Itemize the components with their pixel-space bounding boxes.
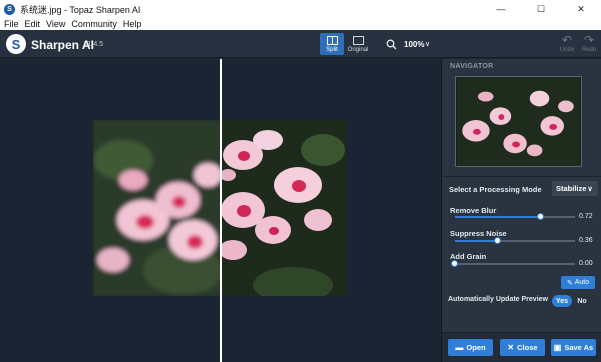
navigator-thumbnail[interactable]	[455, 76, 582, 167]
save-icon: ▣	[553, 343, 562, 352]
open-label: Open	[466, 343, 486, 352]
remove-blur-thumb[interactable]	[537, 213, 544, 220]
remove-blur-value: 0.72	[579, 213, 593, 220]
navigator-label: NAVIGATOR	[450, 63, 494, 70]
magic-wand-icon: ✎	[566, 279, 573, 287]
window-controls: — ☐ ✕	[481, 0, 601, 18]
menu-file[interactable]: File	[4, 19, 19, 29]
undo-button[interactable]: ↶ Undo	[558, 33, 576, 54]
auto-label: Auto	[574, 279, 590, 286]
suppress-noise-thumb[interactable]	[494, 237, 501, 244]
split-view-label: Split	[326, 46, 338, 53]
minimize-button[interactable]: —	[481, 0, 521, 18]
auto-update-toggle[interactable]: Yes No	[552, 295, 596, 307]
menu-view[interactable]: View	[46, 19, 65, 29]
menu-community[interactable]: Community	[71, 19, 117, 29]
app-logo-icon: S	[4, 3, 15, 15]
chevron-down-icon[interactable]: ∨	[425, 40, 430, 48]
split-view-button[interactable]: Split	[320, 33, 344, 55]
original-view-button[interactable]: Original	[346, 33, 370, 55]
split-view-icon	[326, 35, 338, 45]
image-canvas[interactable]	[0, 59, 440, 362]
zoom-level-select[interactable]: 100%	[404, 40, 424, 49]
suppress-noise-fill	[455, 240, 498, 242]
close-label: Close	[517, 343, 538, 352]
app-version: v1.4.5	[84, 41, 104, 48]
undo-icon: ↶	[561, 33, 573, 47]
remove-blur-slider[interactable]	[455, 213, 575, 220]
open-button[interactable]: ▬ Open	[448, 339, 493, 356]
save-as-label: Save As	[564, 343, 594, 352]
menu-edit[interactable]: Edit	[25, 19, 41, 29]
window-title: 系统迷.jpg - Topaz Sharpen AI	[20, 4, 141, 15]
settings-panel: NAVIGATOR Select a Processing Mode Stabi…	[441, 59, 601, 362]
suppress-noise-slider[interactable]	[455, 237, 575, 244]
add-grain-slider[interactable]	[451, 260, 575, 267]
remove-blur-fill	[455, 216, 541, 218]
processing-mode-label: Select a Processing Mode	[449, 185, 542, 194]
close-window-button[interactable]: ✕	[561, 0, 601, 18]
chevron-down-icon: ∨	[587, 185, 593, 193]
original-view-label: Original	[347, 46, 369, 53]
auto-button[interactable]: ✎ Auto	[561, 276, 595, 289]
add-grain-thumb[interactable]	[451, 260, 458, 267]
redo-icon: ↷	[583, 33, 595, 47]
menu-help[interactable]: Help	[123, 19, 142, 29]
add-grain-value: 0.00	[579, 260, 593, 267]
app-toolbar: S Sharpen AI v1.4.5 Split Original 100% …	[0, 30, 601, 58]
image-icon	[352, 35, 364, 45]
toggle-yes[interactable]: Yes	[552, 295, 572, 307]
save-as-button[interactable]: ▣ Save As	[551, 339, 596, 356]
action-bar: ▬ Open ✕ Close ▣ Save As	[442, 332, 601, 362]
close-icon: ✕	[507, 343, 515, 352]
maximize-button[interactable]: ☐	[521, 0, 561, 18]
auto-update-preview-label: Automatically Update Preview	[448, 296, 548, 303]
processing-mode-select[interactable]: Stabilize ∨	[552, 181, 598, 196]
sharpen-logo-icon: S	[6, 34, 26, 54]
close-button[interactable]: ✕ Close	[500, 339, 545, 356]
toggle-no[interactable]: No	[572, 295, 592, 307]
panel-divider	[442, 176, 601, 177]
zoom-icon[interactable]	[386, 39, 397, 50]
folder-icon: ▬	[455, 343, 464, 352]
window-titlebar: S 系统迷.jpg - Topaz Sharpen AI — ☐ ✕	[0, 0, 601, 18]
processing-mode-value: Stabilize	[556, 184, 587, 193]
redo-button[interactable]: ↷ Redo	[580, 33, 598, 54]
undo-label: Undo	[559, 47, 575, 53]
redo-label: Redo	[581, 47, 597, 53]
split-divider-handle[interactable]	[220, 59, 222, 362]
suppress-noise-value: 0.36	[579, 237, 593, 244]
remove-blur-label: Remove Blur	[450, 206, 497, 215]
menu-bar: File Edit View Community Help	[0, 18, 601, 30]
